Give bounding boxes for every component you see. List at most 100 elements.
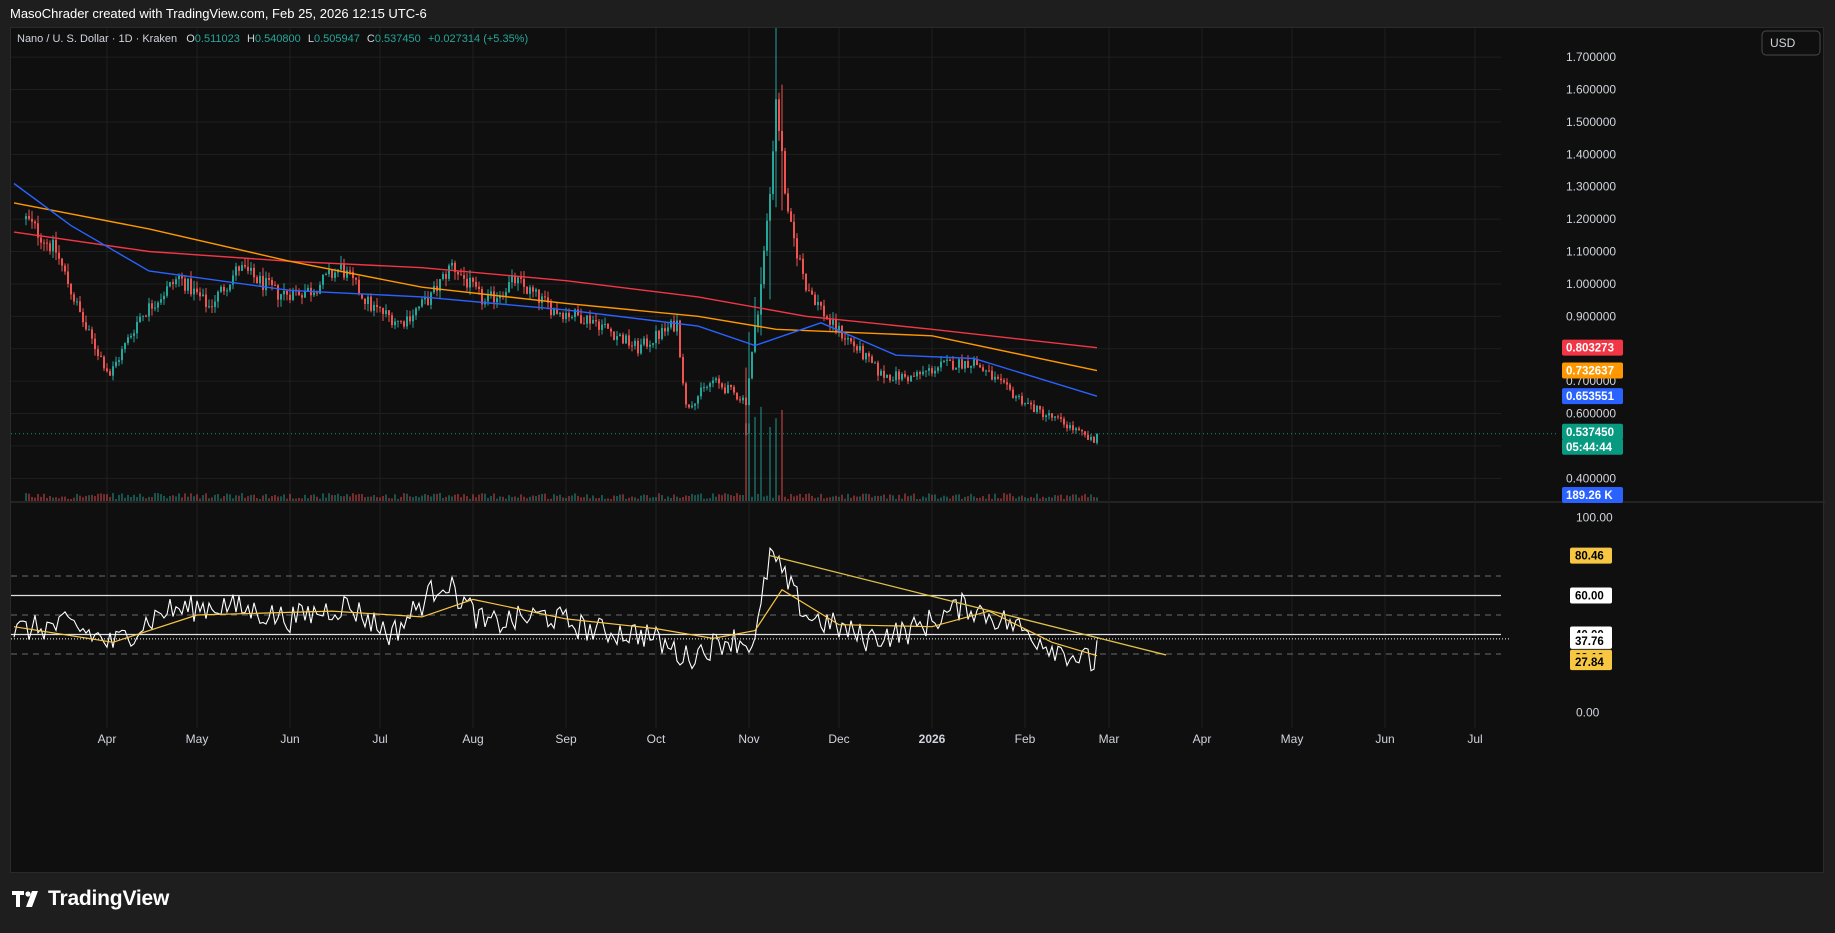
chart-area[interactable]: 1.700000 1.600000 1.500000 1.400000 1.300000…	[10, 27, 1825, 874]
candle-body	[274, 284, 276, 286]
candle-body	[937, 367, 939, 371]
candle-body	[805, 273, 807, 291]
candle-body	[901, 373, 903, 380]
candle-body	[316, 292, 318, 294]
volume-bar	[844, 498, 846, 501]
currency-button-label[interactable]: USD	[1770, 36, 1796, 50]
candle-body	[205, 294, 207, 307]
candle-body	[883, 370, 885, 378]
volume-bar	[217, 494, 219, 501]
volume-bar	[910, 495, 912, 501]
volume-bar	[1000, 498, 1002, 501]
candle-body	[97, 349, 99, 356]
candle-body	[418, 306, 420, 309]
volume-bar	[37, 493, 39, 501]
candle-body	[1009, 384, 1011, 390]
candle-body	[754, 326, 756, 352]
candle-body	[991, 370, 993, 380]
volume-bar	[685, 495, 687, 501]
time-tick-label: Mar	[1099, 732, 1120, 746]
volume-bar	[787, 498, 789, 501]
volume-bar	[832, 496, 834, 501]
candle-body	[364, 298, 366, 304]
volume-bar	[694, 495, 696, 501]
volume-bar	[859, 496, 861, 501]
volume-bar	[121, 493, 123, 501]
currency-button[interactable]: USD	[1761, 30, 1821, 56]
volume-bar	[157, 493, 159, 501]
candle-body	[373, 304, 375, 311]
candle-body	[199, 292, 201, 297]
volume-bar	[463, 494, 465, 501]
chart-svg[interactable]: 1.700000 1.600000 1.500000 1.400000 1.300000…	[11, 28, 1825, 874]
volume-bar	[793, 496, 795, 501]
candle-body	[322, 274, 324, 285]
legend-row: Nano / U. S. Dollar · 1D · Kraken O0.511…	[17, 33, 528, 45]
candle-body	[748, 378, 750, 406]
candle-body	[664, 328, 666, 332]
candle-body	[211, 306, 213, 308]
candle-body	[625, 335, 627, 344]
candle-body	[853, 341, 855, 347]
moving-averages	[13, 182, 1098, 397]
legend-symbol: Nano / U. S. Dollar · 1D · Kraken	[17, 33, 177, 45]
candle-body	[556, 309, 558, 314]
candle-body	[238, 266, 240, 271]
tradingview-logo-icon	[12, 891, 38, 907]
candle-body	[1033, 404, 1035, 413]
candle-body	[283, 291, 285, 295]
volume-bar	[949, 498, 951, 501]
volume-bar	[871, 497, 873, 501]
volume-bar	[1063, 498, 1065, 501]
volume-bar	[496, 498, 498, 501]
candle-body	[415, 308, 417, 316]
candle-body	[904, 373, 906, 377]
volume-bar	[328, 493, 330, 501]
candle-body	[508, 282, 510, 293]
candle-body	[685, 383, 687, 405]
volume-bar	[34, 497, 36, 501]
volume-bar	[403, 493, 405, 501]
volume-bar	[682, 496, 684, 501]
candle-body	[334, 272, 336, 278]
volume-bar	[661, 495, 663, 501]
candle-body	[268, 278, 270, 280]
rsi-panel	[11, 546, 1511, 672]
tradingview-logo[interactable]: TradingView	[12, 887, 169, 911]
volume-bar	[637, 498, 639, 501]
volume-bar	[1069, 496, 1071, 501]
volume-bar	[1042, 496, 1044, 501]
volume-bar	[817, 497, 819, 501]
candle-body	[34, 221, 36, 224]
candle-body	[619, 334, 621, 337]
candle-body	[637, 340, 639, 354]
volume-bar	[445, 496, 447, 501]
candle-body	[184, 278, 186, 291]
volume-bar	[946, 496, 948, 501]
volume-bar	[484, 493, 486, 501]
candle-body	[379, 306, 381, 308]
candle-body	[988, 370, 990, 372]
volume-bar	[814, 498, 816, 501]
volume-bar	[154, 493, 156, 501]
volume-bar	[352, 493, 354, 501]
volume-bar	[1033, 497, 1035, 501]
volume-bar	[109, 497, 111, 501]
candle-body	[478, 286, 480, 290]
volume-bar	[226, 493, 228, 501]
candle-body	[523, 278, 525, 287]
time-tick-label: Nov	[738, 732, 759, 746]
volume-bar	[1039, 498, 1041, 501]
volume-bar	[169, 496, 171, 501]
volume-bar	[820, 493, 822, 501]
volume-bar	[1036, 493, 1038, 501]
volume-bar	[574, 493, 576, 501]
volume-bar	[781, 409, 783, 501]
volume-bar	[298, 497, 300, 501]
volume-bar	[568, 496, 570, 501]
volume-bar	[427, 495, 429, 501]
volume-bar	[829, 497, 831, 501]
candle-body	[796, 238, 798, 259]
volume-bar	[82, 497, 84, 501]
candle-body	[220, 286, 222, 292]
